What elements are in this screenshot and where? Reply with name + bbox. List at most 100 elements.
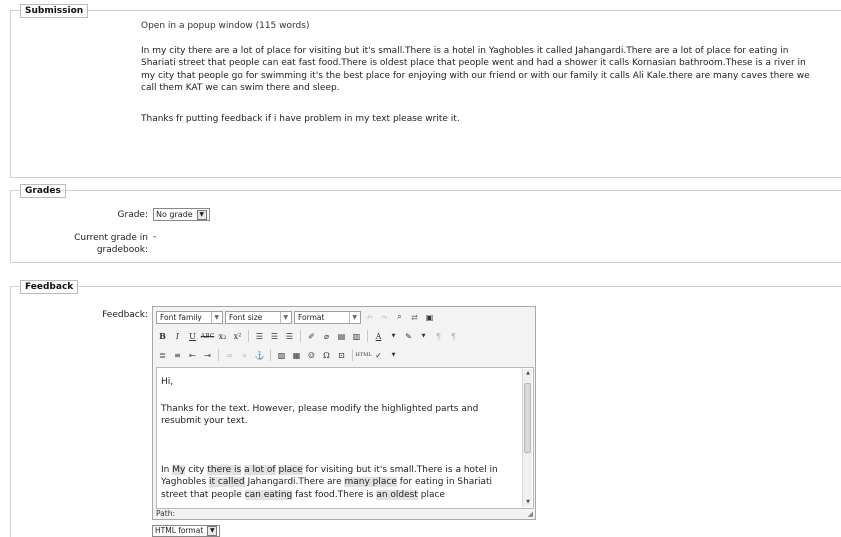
submission-paragraph-2: Thanks fr putting feedback if i have pro… xyxy=(141,114,460,124)
editor-content-area[interactable]: Hi, Thanks for the text. However, please… xyxy=(156,367,534,509)
font-size-value: Font size xyxy=(229,312,263,322)
submission-paragraph-1: In my city there are a lot of place for … xyxy=(141,46,810,94)
ltr-icon[interactable]: ¶ xyxy=(432,330,445,343)
redo-icon[interactable]: ↷ xyxy=(378,311,391,324)
current-grade-label-line2: gradebook: xyxy=(96,245,148,255)
format-block-value: Format xyxy=(298,312,325,322)
font-size-select[interactable]: Font size ▼ xyxy=(225,310,292,324)
text-format-value: HTML format xyxy=(155,526,204,535)
toolbar-divider xyxy=(352,349,353,361)
unordered-list-icon[interactable]: ≣ xyxy=(156,349,169,362)
toolbar-row-1: Font family ▼ Font size ▼ Format ▼ ↶ ↷ ⌕ ⇄ … xyxy=(156,309,436,325)
text-segment: city xyxy=(185,465,208,475)
image-icon[interactable]: ▨ xyxy=(275,349,288,362)
chevron-down-icon[interactable]: ▼ xyxy=(387,349,400,362)
text-segment: Jahangardi.There are xyxy=(244,477,345,488)
word-count: (115 words) xyxy=(255,21,310,31)
text-segment: In xyxy=(161,465,173,475)
highlighted-phrase: can eating xyxy=(244,489,293,500)
media-icon[interactable]: ▦ xyxy=(290,349,303,362)
italic-icon[interactable]: I xyxy=(171,330,184,343)
superscript-icon[interactable]: x² xyxy=(231,330,244,343)
text-segment: fast food.There is xyxy=(292,489,377,500)
underline-icon[interactable]: U xyxy=(186,330,199,343)
toolbar-divider xyxy=(300,330,301,342)
chevron-down-icon[interactable]: ▼ xyxy=(207,526,218,536)
clear-icon[interactable]: ⌀ xyxy=(320,330,333,343)
clean-format-icon[interactable]: ✐ xyxy=(305,330,318,343)
highlighted-phrase: an oldest xyxy=(376,489,418,500)
rtl-icon[interactable]: ¶ xyxy=(447,330,460,343)
chevron-down-icon[interactable]: ▼ xyxy=(417,330,430,343)
open-popup-link[interactable]: Open in a popup window xyxy=(141,21,253,31)
editor-paragraph-3: In My city there is a lot of place for v… xyxy=(161,464,516,501)
indent-icon[interactable]: ⇥ xyxy=(201,349,214,362)
highlighted-phrase: a lot of xyxy=(244,465,276,475)
editor-paragraph-1: Hi, xyxy=(161,377,174,387)
highlighted-phrase: many place xyxy=(344,477,397,488)
highlighted-phrase: My xyxy=(172,465,186,475)
align-center-icon[interactable]: ☰ xyxy=(268,330,281,343)
scroll-down-icon[interactable]: ▼ xyxy=(523,498,533,507)
feedback-label: Feedback: xyxy=(102,310,148,320)
link-icon[interactable]: ∞ xyxy=(223,349,236,362)
scroll-up-icon[interactable]: ▲ xyxy=(523,369,533,378)
submission-legend: Submission xyxy=(20,4,89,18)
text-color-icon[interactable]: A xyxy=(372,330,385,343)
scrollbar-thumb[interactable] xyxy=(524,383,531,453)
align-left-icon[interactable]: ☰ xyxy=(253,330,266,343)
editor-scrollbar[interactable]: ▲ ▼ xyxy=(522,369,532,507)
html-source-icon[interactable]: HTML xyxy=(355,349,371,362)
chevron-down-icon: ▼ xyxy=(280,311,288,323)
format-block-select[interactable]: Format ▼ xyxy=(294,310,361,324)
text-segment: place xyxy=(417,489,445,500)
ordered-list-icon[interactable]: ≡ xyxy=(171,349,184,362)
current-grade-value: - xyxy=(153,232,157,242)
current-grade-label-line1: Current grade in xyxy=(74,233,148,243)
font-family-select[interactable]: Font family ▼ xyxy=(156,310,223,324)
grade-select-value: No grade xyxy=(156,210,193,219)
feedback-legend: Feedback xyxy=(20,280,79,294)
font-family-value: Font family xyxy=(160,312,202,322)
resize-handle-icon[interactable]: ◢ xyxy=(528,510,533,518)
fullscreen-icon[interactable]: ▣ xyxy=(423,311,436,324)
chevron-down-icon: ▼ xyxy=(211,311,219,323)
current-grade-label: Current grade in gradebook: xyxy=(40,232,148,256)
find-icon[interactable]: ⌕ xyxy=(393,311,406,324)
highlighted-phrase: place xyxy=(278,465,303,475)
toolbar-divider xyxy=(270,349,271,361)
grade-select[interactable]: No grade ▼ xyxy=(153,208,210,221)
toolbar-divider xyxy=(367,330,368,342)
toolbar-row-3: ≣ ≡ ⇤ ⇥ ∞ ∝ ⚓ ▨ ▦ ☺ Ω ⊡ HTML ✓ ▼ xyxy=(156,347,400,363)
emoticon-icon[interactable]: ☺ xyxy=(305,349,318,362)
align-right-icon[interactable]: ☰ xyxy=(283,330,296,343)
chevron-down-icon[interactable]: ▼ xyxy=(196,209,207,220)
paste-text-icon[interactable]: ▤ xyxy=(335,330,348,343)
paste-word-icon[interactable]: ▥ xyxy=(350,330,363,343)
grade-label: Grade: xyxy=(117,210,148,220)
text-format-select[interactable]: HTML format ▼ xyxy=(152,525,221,537)
popup-link-line: Open in a popup window (115 words) xyxy=(141,21,309,31)
toolbar-divider xyxy=(218,349,219,361)
anchor-icon[interactable]: ⚓ xyxy=(253,349,266,362)
toolbar-divider xyxy=(248,330,249,342)
highlighted-phrase: it called xyxy=(209,477,245,488)
feedback-editor: Font family ▼ Font size ▼ Format ▼ ↶ ↷ ⌕ ⇄ … xyxy=(152,306,536,520)
chevron-down-icon: ▼ xyxy=(349,311,357,323)
subscript-icon[interactable]: x₂ xyxy=(216,330,229,343)
strikethrough-icon[interactable]: ABC xyxy=(201,330,214,343)
replace-icon[interactable]: ⇄ xyxy=(408,311,421,324)
grades-legend: Grades xyxy=(20,184,66,198)
outdent-icon[interactable]: ⇤ xyxy=(186,349,199,362)
spellcheck-icon[interactable]: ✓ xyxy=(372,349,385,362)
background-color-icon[interactable]: ✎ xyxy=(402,330,415,343)
special-char-icon[interactable]: Ω xyxy=(320,349,333,362)
unlink-icon[interactable]: ∝ xyxy=(238,349,251,362)
bold-icon[interactable]: B xyxy=(156,330,169,343)
undo-icon[interactable]: ↶ xyxy=(363,311,376,324)
editor-path-bar: Path: xyxy=(156,509,176,518)
editor-paragraph-2: Thanks for the text. However, please mod… xyxy=(161,404,479,427)
chevron-down-icon[interactable]: ▼ xyxy=(387,330,400,343)
nonbreaking-icon[interactable]: ⊡ xyxy=(335,349,348,362)
highlighted-phrase: there is xyxy=(207,465,242,475)
